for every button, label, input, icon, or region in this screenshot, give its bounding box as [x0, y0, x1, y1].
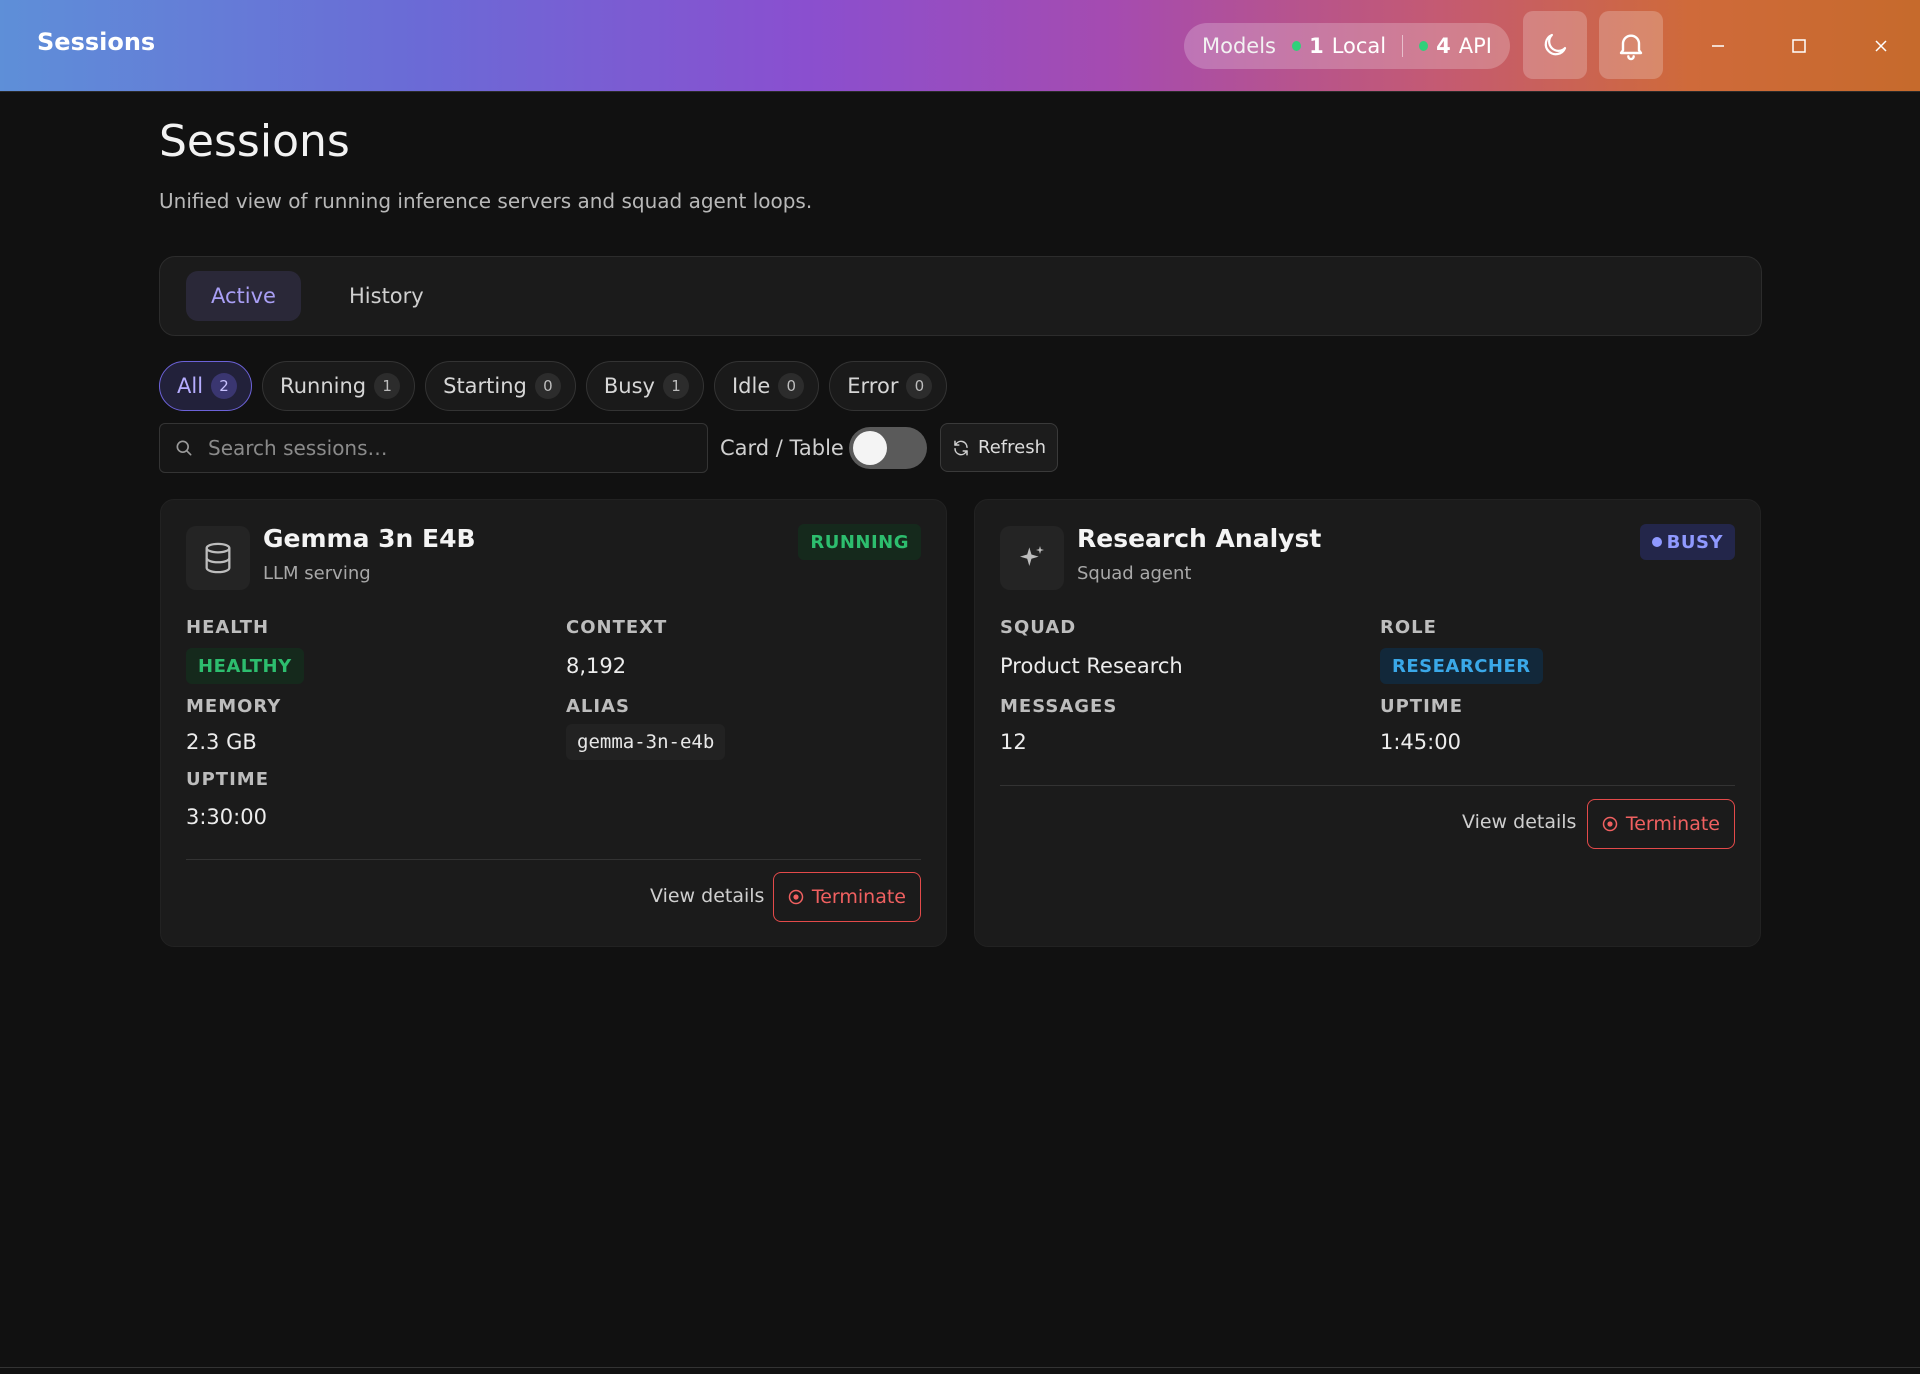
page-title: Sessions	[159, 116, 350, 167]
filter-error[interactable]: Error 0	[829, 361, 948, 411]
api-status-dot	[1419, 41, 1429, 51]
tab-active[interactable]: Active	[186, 271, 301, 321]
memory-value: 2.3 GB	[186, 730, 257, 754]
toggle-knob	[853, 431, 887, 465]
context-value: 8,192	[566, 654, 627, 678]
terminate-label: Terminate	[811, 886, 906, 908]
search-box	[159, 423, 708, 473]
filter-label: Starting	[443, 374, 527, 398]
models-separator	[1402, 35, 1404, 57]
refresh-label: Refresh	[978, 437, 1046, 458]
filter-label: Error	[847, 374, 899, 398]
card-icon	[186, 526, 250, 590]
refresh-icon	[954, 440, 968, 455]
filter-count: 1	[662, 373, 689, 399]
session-type: LLM serving	[263, 563, 371, 584]
view-mode-label: Card / Table	[720, 436, 844, 460]
bell-icon	[1619, 34, 1643, 61]
memory-label: MEMORY	[186, 696, 282, 717]
uptime-value: 3:30:00	[186, 805, 267, 829]
filter-all[interactable]: All 2	[159, 361, 253, 411]
busy-dot	[1651, 537, 1662, 547]
api-count: 4	[1436, 34, 1451, 58]
alias-label: ALIAS	[566, 696, 630, 717]
close-button[interactable]	[1863, 28, 1899, 64]
alias-value: gemma-3n-e4b	[566, 724, 726, 760]
maximize-button[interactable]	[1781, 28, 1817, 64]
stop-circle-icon	[788, 889, 804, 905]
search-icon	[176, 440, 192, 456]
filter-busy[interactable]: Busy 1	[585, 361, 704, 411]
view-details-link[interactable]: View details	[1462, 811, 1576, 833]
filter-label: Busy	[603, 374, 655, 398]
database-icon	[205, 542, 231, 574]
uptime-label: UPTIME	[186, 769, 269, 790]
theme-toggle-button[interactable]	[1523, 11, 1587, 79]
filter-label: Running	[280, 374, 367, 398]
search-input[interactable]	[208, 436, 688, 460]
local-status-dot	[1292, 41, 1302, 51]
session-title: Research Analyst	[1077, 524, 1322, 553]
card-divider	[186, 859, 921, 860]
local-label: Local	[1331, 34, 1387, 58]
local-count: 1	[1309, 34, 1324, 58]
messages-label: MESSAGES	[1000, 696, 1118, 717]
session-type: Squad agent	[1077, 563, 1192, 584]
view-details-link[interactable]: View details	[650, 885, 764, 907]
filter-count: 0	[906, 373, 933, 399]
close-icon	[1875, 40, 1887, 52]
title-bar: Sessions Models 1 Local 4 API	[0, 0, 1920, 92]
view-mode-toggle[interactable]	[849, 427, 927, 469]
session-title: Gemma 3n E4B	[263, 524, 476, 553]
minimize-button[interactable]	[1700, 28, 1736, 64]
session-card-gemma: Gemma 3n E4B LLM serving RUNNING HEALTH …	[160, 499, 947, 947]
filter-label: All	[177, 374, 204, 398]
health-badge: HEALTHY	[186, 648, 304, 684]
terminate-button[interactable]: Terminate	[1586, 799, 1735, 849]
notifications-button[interactable]	[1599, 11, 1663, 79]
uptime-label: UPTIME	[1380, 696, 1463, 717]
filter-starting[interactable]: Starting 0	[425, 361, 576, 411]
session-card-research-analyst: Research Analyst Squad agent BUSY SQUAD …	[974, 499, 1761, 947]
status-filters: All 2 Running 1 Starting 0 Busy 1 Idle 0…	[159, 361, 948, 411]
uptime-value: 1:45:00	[1380, 730, 1461, 754]
refresh-button[interactable]: Refresh	[940, 423, 1058, 472]
health-label: HEALTH	[186, 617, 270, 638]
role-badge: RESEARCHER	[1380, 648, 1543, 684]
models-status-pill[interactable]: Models 1 Local 4 API	[1184, 23, 1510, 69]
terminate-label: Terminate	[1625, 813, 1720, 835]
page-subtitle: Unified view of running inference server…	[159, 189, 813, 213]
models-label: Models	[1202, 34, 1276, 58]
stop-circle-icon	[1602, 816, 1618, 832]
sparkle-icon	[1020, 546, 1044, 566]
filter-count: 2	[211, 373, 238, 399]
card-icon	[1000, 526, 1064, 590]
role-label: ROLE	[1380, 617, 1437, 638]
filter-running[interactable]: Running 1	[262, 361, 416, 411]
status-badge: RUNNING	[798, 524, 921, 560]
messages-value: 12	[1000, 730, 1027, 754]
squad-value: Product Research	[1000, 654, 1183, 678]
moon-icon	[1544, 33, 1567, 56]
minimize-icon	[1712, 45, 1724, 47]
status-text: BUSY	[1666, 531, 1723, 553]
session-tabs: Active History	[159, 256, 1762, 336]
filter-idle[interactable]: Idle 0	[713, 361, 820, 411]
squad-label: SQUAD	[1000, 617, 1077, 638]
terminate-button[interactable]: Terminate	[772, 872, 921, 922]
status-badge: BUSY	[1639, 524, 1735, 560]
maximize-icon	[1792, 39, 1806, 53]
window-bottom-border	[0, 1367, 1920, 1368]
filter-count: 0	[534, 373, 561, 399]
filter-count: 1	[374, 373, 401, 399]
filter-count: 0	[778, 373, 805, 399]
tab-history[interactable]: History	[324, 271, 449, 321]
app-title: Sessions	[37, 28, 156, 56]
context-label: CONTEXT	[566, 617, 668, 638]
card-divider	[1000, 785, 1735, 786]
filter-label: Idle	[731, 374, 771, 398]
api-label: API	[1458, 34, 1492, 58]
